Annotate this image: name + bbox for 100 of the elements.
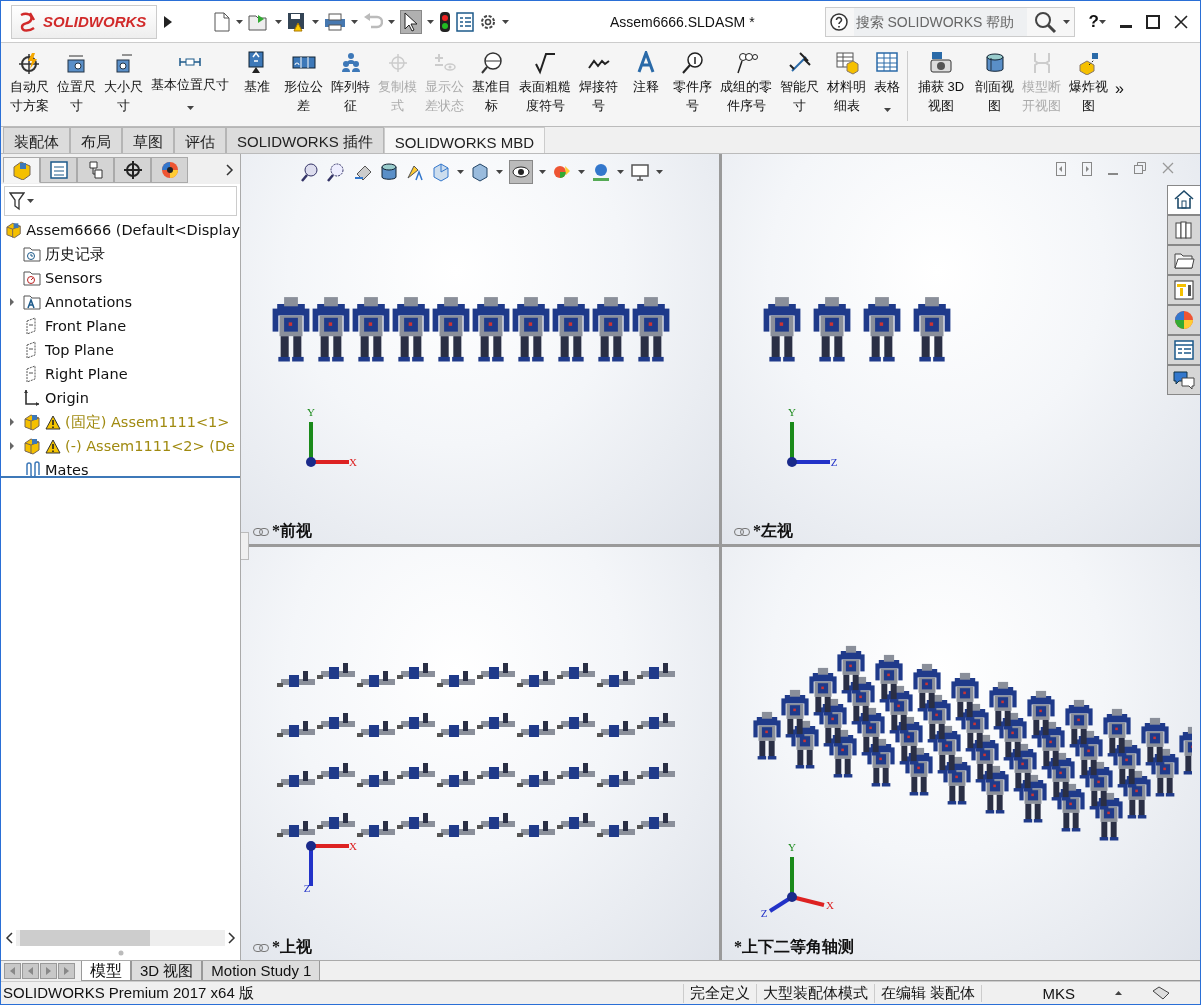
panel-tab[interactable] — [40, 157, 77, 183]
ribbon-button[interactable]: 自动尺寸方案 — [7, 51, 52, 115]
restore-icon[interactable] — [1134, 162, 1146, 174]
hide-show-button[interactable] — [509, 160, 533, 184]
zoom-area-icon[interactable] — [327, 162, 347, 182]
caret-icon[interactable] — [502, 19, 509, 24]
ribbon-button[interactable]: 成组的零件序号 — [717, 51, 775, 115]
caret-icon[interactable] — [656, 170, 663, 174]
scroll-right-icon[interactable] — [228, 932, 236, 944]
chevron-right-icon[interactable] — [226, 164, 234, 176]
tree-item[interactable]: Origin — [1, 386, 240, 410]
caret-up-icon[interactable] — [1115, 991, 1122, 995]
filter-field[interactable] — [4, 186, 237, 216]
caret-icon[interactable] — [496, 170, 503, 174]
task-pane-tab[interactable] — [1167, 185, 1200, 215]
caret-icon[interactable] — [312, 19, 319, 24]
command-tab[interactable]: 装配体 — [3, 127, 70, 153]
ribbon-button[interactable]: 形位公差 — [281, 51, 326, 115]
tree-item[interactable]: (固定) Assem1111<1> — [1, 410, 240, 434]
axis-label: Z — [830, 456, 838, 468]
tree-item[interactable]: Front Plane — [1, 314, 240, 338]
panel-collapse-handle[interactable] — [241, 532, 249, 560]
panel-tab[interactable] — [151, 157, 188, 183]
caret-icon[interactable] — [1062, 19, 1070, 24]
resize-grip-icon[interactable] — [117, 950, 124, 956]
scene-icon[interactable] — [591, 162, 611, 182]
ribbon-button[interactable]: 焊接符号 — [576, 51, 621, 115]
model-tab[interactable]: 模型 — [81, 961, 131, 981]
ribbon-button[interactable]: 爆炸视图 — [1066, 51, 1111, 115]
ribbon-button[interactable]: 大小尺寸 — [101, 51, 146, 115]
traffic-light-icon — [439, 10, 451, 33]
ribbon-button[interactable]: 基本位置尺寸 — [148, 51, 232, 110]
tile-left-icon[interactable] — [1056, 162, 1066, 176]
help-menu[interactable]: ? — [1088, 11, 1099, 32]
tag-icon[interactable] — [1152, 986, 1170, 1000]
ribbon-button[interactable]: 基准目标 — [469, 51, 514, 115]
task-pane-tab[interactable] — [1167, 245, 1200, 275]
tree-item[interactable]: Right Plane — [1, 362, 240, 386]
ribbon-button[interactable]: 智能尺寸 — [777, 51, 822, 115]
ribbon-button[interactable]: 基准 — [234, 51, 279, 96]
tile-right-icon[interactable] — [1082, 162, 1092, 176]
search-field[interactable]: 搜索 SOLIDWORKS 帮助 — [824, 6, 1075, 37]
ribbon-button[interactable]: 材料明细表 — [824, 51, 869, 115]
caret-icon[interactable] — [539, 170, 546, 174]
appearance-ball-icon — [1173, 309, 1195, 331]
tree-item[interactable]: Annotations — [1, 290, 240, 314]
scroll-left-icon[interactable] — [5, 932, 13, 944]
caret-icon[interactable] — [236, 19, 243, 24]
select-tool-button[interactable] — [400, 9, 422, 34]
view-orientation-icon[interactable] — [431, 162, 451, 182]
ribbon-button[interactable]: 剖面视图 — [972, 51, 1017, 115]
command-tab[interactable]: 布局 — [70, 127, 122, 153]
caret-icon[interactable] — [388, 19, 395, 24]
ribbon-button[interactable]: 阵列特征 — [328, 51, 373, 115]
new-document-icon[interactable] — [213, 11, 231, 32]
zoom-to-fit-icon[interactable] — [301, 162, 321, 182]
section-view-icon[interactable] — [379, 162, 399, 182]
caret-icon[interactable] — [578, 170, 585, 174]
horizontal-scrollbar[interactable] — [16, 930, 225, 946]
origin-dot-icon — [306, 841, 316, 851]
caret-icon[interactable] — [617, 170, 624, 174]
tree-item[interactable]: 历史记录 — [1, 242, 240, 266]
caret-icon[interactable] — [186, 106, 194, 110]
tree-item[interactable]: (-) Assem1111<2> (De — [1, 434, 240, 458]
caret-icon[interactable] — [351, 19, 358, 24]
units-selector[interactable]: MKS — [981, 984, 1115, 1002]
origin-dot-icon — [306, 457, 316, 467]
monitor-icon[interactable] — [630, 162, 650, 182]
tree-item[interactable]: Sensors — [1, 266, 240, 290]
overflow-chevron[interactable]: » — [1115, 79, 1124, 98]
task-pane-tab[interactable] — [1167, 215, 1200, 245]
tree-item[interactable]: Mates — [1, 458, 240, 482]
command-tab[interactable]: SOLIDWORKS MBD — [383, 127, 546, 153]
caret-icon[interactable] — [457, 170, 464, 174]
ribbon-button[interactable]: 位置尺寸 — [54, 51, 99, 115]
caret-icon[interactable] — [1099, 19, 1106, 24]
ribbon-button[interactable]: 表面粗糙度符号 — [516, 51, 574, 115]
command-tab[interactable]: SOLIDWORKS 插件 — [226, 127, 384, 153]
caret-icon[interactable] — [27, 199, 34, 203]
caret-icon[interactable] — [883, 108, 891, 112]
ribbon-button[interactable]: 零件序号 — [670, 51, 715, 115]
command-tab[interactable]: 草图 — [122, 127, 174, 153]
ribbon-button[interactable]: 捕获 3D 视图 — [912, 51, 970, 115]
tree-item[interactable]: Top Plane — [1, 338, 240, 362]
model-tab[interactable]: Motion Study 1 — [202, 961, 321, 981]
ribbon-button[interactable]: 表格 — [871, 51, 903, 112]
caret-icon[interactable] — [275, 19, 282, 24]
display-style-icon[interactable] — [470, 162, 490, 182]
caret-icon[interactable] — [427, 19, 434, 24]
task-pane-tab[interactable] — [1167, 335, 1200, 365]
task-pane-tab[interactable] — [1167, 365, 1200, 395]
tree-item[interactable]: Assem6666 (Default<Display — [1, 218, 240, 242]
model-tab[interactable]: 3D 视图 — [131, 961, 203, 981]
view-label: *前视 — [272, 521, 312, 541]
ribbon-button[interactable]: 注释 — [623, 51, 668, 96]
printer-icon — [324, 12, 346, 31]
command-tab[interactable]: 评估 — [174, 127, 226, 153]
expand-arrow-icon[interactable] — [163, 14, 173, 29]
task-pane-tab[interactable] — [1167, 275, 1200, 305]
panel-tab[interactable] — [114, 157, 151, 183]
